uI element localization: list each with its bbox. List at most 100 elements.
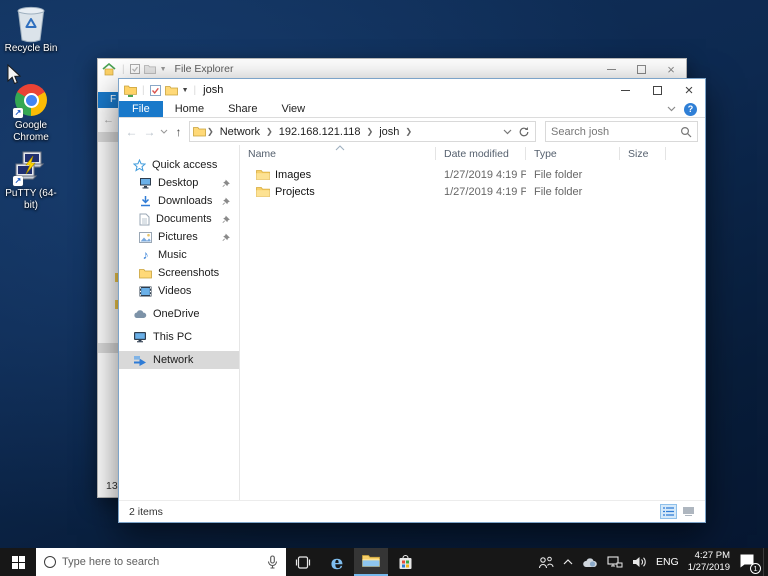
pin-icon[interactable]	[222, 178, 231, 188]
sidebar-item-quick-access[interactable]: Quick access	[119, 156, 239, 174]
taskbar-search-input[interactable]	[62, 556, 261, 568]
breadcrumb-host[interactable]: 192.168.121.118	[274, 126, 366, 138]
maximize-button[interactable]	[641, 79, 673, 101]
volume-icon[interactable]	[632, 556, 647, 568]
file-explorer-button[interactable]	[354, 548, 388, 576]
breadcrumb-chevron-icon[interactable]: ❯	[404, 127, 413, 136]
breadcrumb-network[interactable]: Network	[215, 126, 265, 138]
pin-icon[interactable]	[222, 232, 231, 242]
pictures-icon	[139, 231, 152, 243]
background-back-icon[interactable]: ←	[103, 114, 114, 126]
new-folder-button-icon[interactable]	[164, 85, 178, 96]
close-button[interactable]: ×	[656, 59, 686, 79]
address-box[interactable]: ❯ Network ❯ 192.168.121.118 ❯ josh ❯	[189, 121, 536, 142]
search-icon[interactable]	[680, 126, 692, 138]
show-desktop-button[interactable]	[763, 548, 768, 576]
taskbar: e	[0, 548, 768, 576]
qat-customize-icon[interactable]: ▼	[160, 66, 167, 73]
sidebar-item-downloads[interactable]: Downloads	[119, 192, 239, 210]
start-button[interactable]	[0, 548, 36, 576]
tab-view[interactable]: View	[269, 101, 317, 117]
notification-badge: 1	[750, 563, 761, 574]
address-dropdown-icon[interactable]	[503, 129, 512, 135]
tab-home[interactable]: Home	[163, 101, 216, 117]
refresh-icon[interactable]	[518, 126, 530, 138]
sidebar-item-screenshots[interactable]: Screenshots	[119, 264, 239, 282]
search-box[interactable]	[545, 121, 698, 142]
network-tray-icon[interactable]	[607, 555, 623, 569]
tab-file[interactable]: File	[119, 101, 163, 117]
recent-locations-icon[interactable]	[160, 129, 168, 134]
desktop-icon-google-chrome[interactable]: ↗ Google Chrome	[0, 82, 62, 143]
maximize-button[interactable]	[626, 59, 656, 79]
edge-button[interactable]: e	[320, 548, 354, 576]
large-icons-view-icon	[683, 507, 694, 516]
taskbar-search[interactable]	[36, 548, 286, 576]
status-bar: 2 items	[119, 500, 705, 522]
breadcrumb-chevron-icon[interactable]: ❯	[265, 127, 274, 136]
details-view-icon	[663, 507, 674, 516]
forward-icon[interactable]: →	[142, 125, 157, 139]
column-date-modified[interactable]: Date modified	[436, 147, 526, 160]
hidden-icons-chevron-icon[interactable]	[563, 559, 573, 565]
location-folder-icon	[193, 127, 206, 137]
search-input[interactable]	[551, 125, 680, 138]
titlebar[interactable]: | ▼ | josh ×	[119, 79, 705, 101]
properties-button-icon[interactable]	[149, 84, 161, 96]
shortcut-arrow-icon: ↗	[13, 108, 23, 118]
desktop-icon-putty[interactable]: ↗ PuTTY (64-bit)	[0, 150, 62, 211]
desktop-icon-label: Recycle Bin	[4, 43, 58, 54]
qat-customize-icon[interactable]: ▼	[182, 87, 189, 94]
task-view-icon	[295, 555, 311, 569]
onedrive-cloud-icon	[134, 310, 147, 318]
up-icon[interactable]: ↑	[171, 125, 186, 139]
background-window-titlebar[interactable]: | ▼ File Explorer ×	[98, 59, 686, 79]
onedrive-tray-icon[interactable]	[582, 557, 598, 568]
language-indicator[interactable]: ENG	[656, 556, 679, 568]
tab-share[interactable]: Share	[216, 101, 269, 117]
close-button[interactable]: ×	[673, 79, 705, 101]
sidebar-item-network[interactable]: Network	[119, 351, 239, 369]
clock-date: 1/27/2019	[687, 562, 730, 573]
sidebar-item-onedrive[interactable]: OneDrive	[119, 305, 239, 323]
store-button[interactable]	[388, 548, 422, 576]
minimize-button[interactable]	[596, 59, 626, 79]
desktop-icon	[140, 178, 151, 189]
sidebar-item-desktop[interactable]: Desktop	[119, 174, 239, 192]
large-icons-view-button[interactable]	[680, 504, 697, 519]
background-file-tab-fragment[interactable]: F	[98, 92, 119, 108]
help-icon[interactable]: ?	[684, 102, 697, 116]
sidebar-item-music[interactable]: ♪ Music	[119, 246, 239, 264]
desktop: Recycle Bin ↗ Google Chrome ↗ PuTTY (64-…	[0, 0, 768, 576]
properties-button-icon[interactable]	[129, 64, 140, 74]
action-center-button[interactable]: 1	[739, 553, 761, 574]
microphone-icon[interactable]	[267, 555, 278, 569]
breadcrumb-chevron-icon[interactable]: ❯	[206, 127, 215, 136]
music-note-icon: ♪	[142, 248, 149, 262]
back-icon[interactable]: ←	[124, 125, 139, 139]
desktop-icon-recycle-bin[interactable]: Recycle Bin	[0, 5, 62, 55]
people-icon[interactable]	[538, 556, 554, 569]
task-view-button[interactable]	[286, 548, 320, 576]
new-folder-button-icon[interactable]	[143, 64, 156, 74]
expand-ribbon-icon[interactable]	[667, 106, 676, 112]
pin-icon[interactable]	[222, 214, 231, 224]
sidebar-item-documents[interactable]: Documents	[119, 210, 239, 228]
sidebar-item-this-pc[interactable]: This PC	[119, 328, 239, 346]
sidebar-item-videos[interactable]: Videos	[119, 282, 239, 300]
column-type[interactable]: Type	[526, 147, 620, 160]
ribbon-tabs: File Home Share View ?	[119, 101, 705, 118]
clock[interactable]: 4:27 PM 1/27/2019	[688, 550, 730, 574]
sidebar-item-pictures[interactable]: Pictures	[119, 228, 239, 246]
details-view-button[interactable]	[660, 504, 677, 519]
pin-icon[interactable]	[222, 196, 231, 206]
breadcrumb-chevron-icon[interactable]: ❯	[366, 127, 375, 136]
breadcrumb-josh[interactable]: josh	[374, 126, 404, 138]
explorer-window: | ▼ | josh × File Home Share View ? ← → …	[118, 78, 706, 523]
column-size[interactable]: Size	[620, 147, 666, 160]
sort-ascending-icon[interactable]	[335, 145, 345, 151]
minimize-button[interactable]	[609, 79, 641, 101]
window-title: josh	[203, 84, 224, 96]
file-row-projects[interactable]: Projects 1/27/2019 4:19 PM File folder	[240, 184, 705, 200]
file-row-images[interactable]: Images 1/27/2019 4:19 PM File folder	[240, 167, 705, 183]
